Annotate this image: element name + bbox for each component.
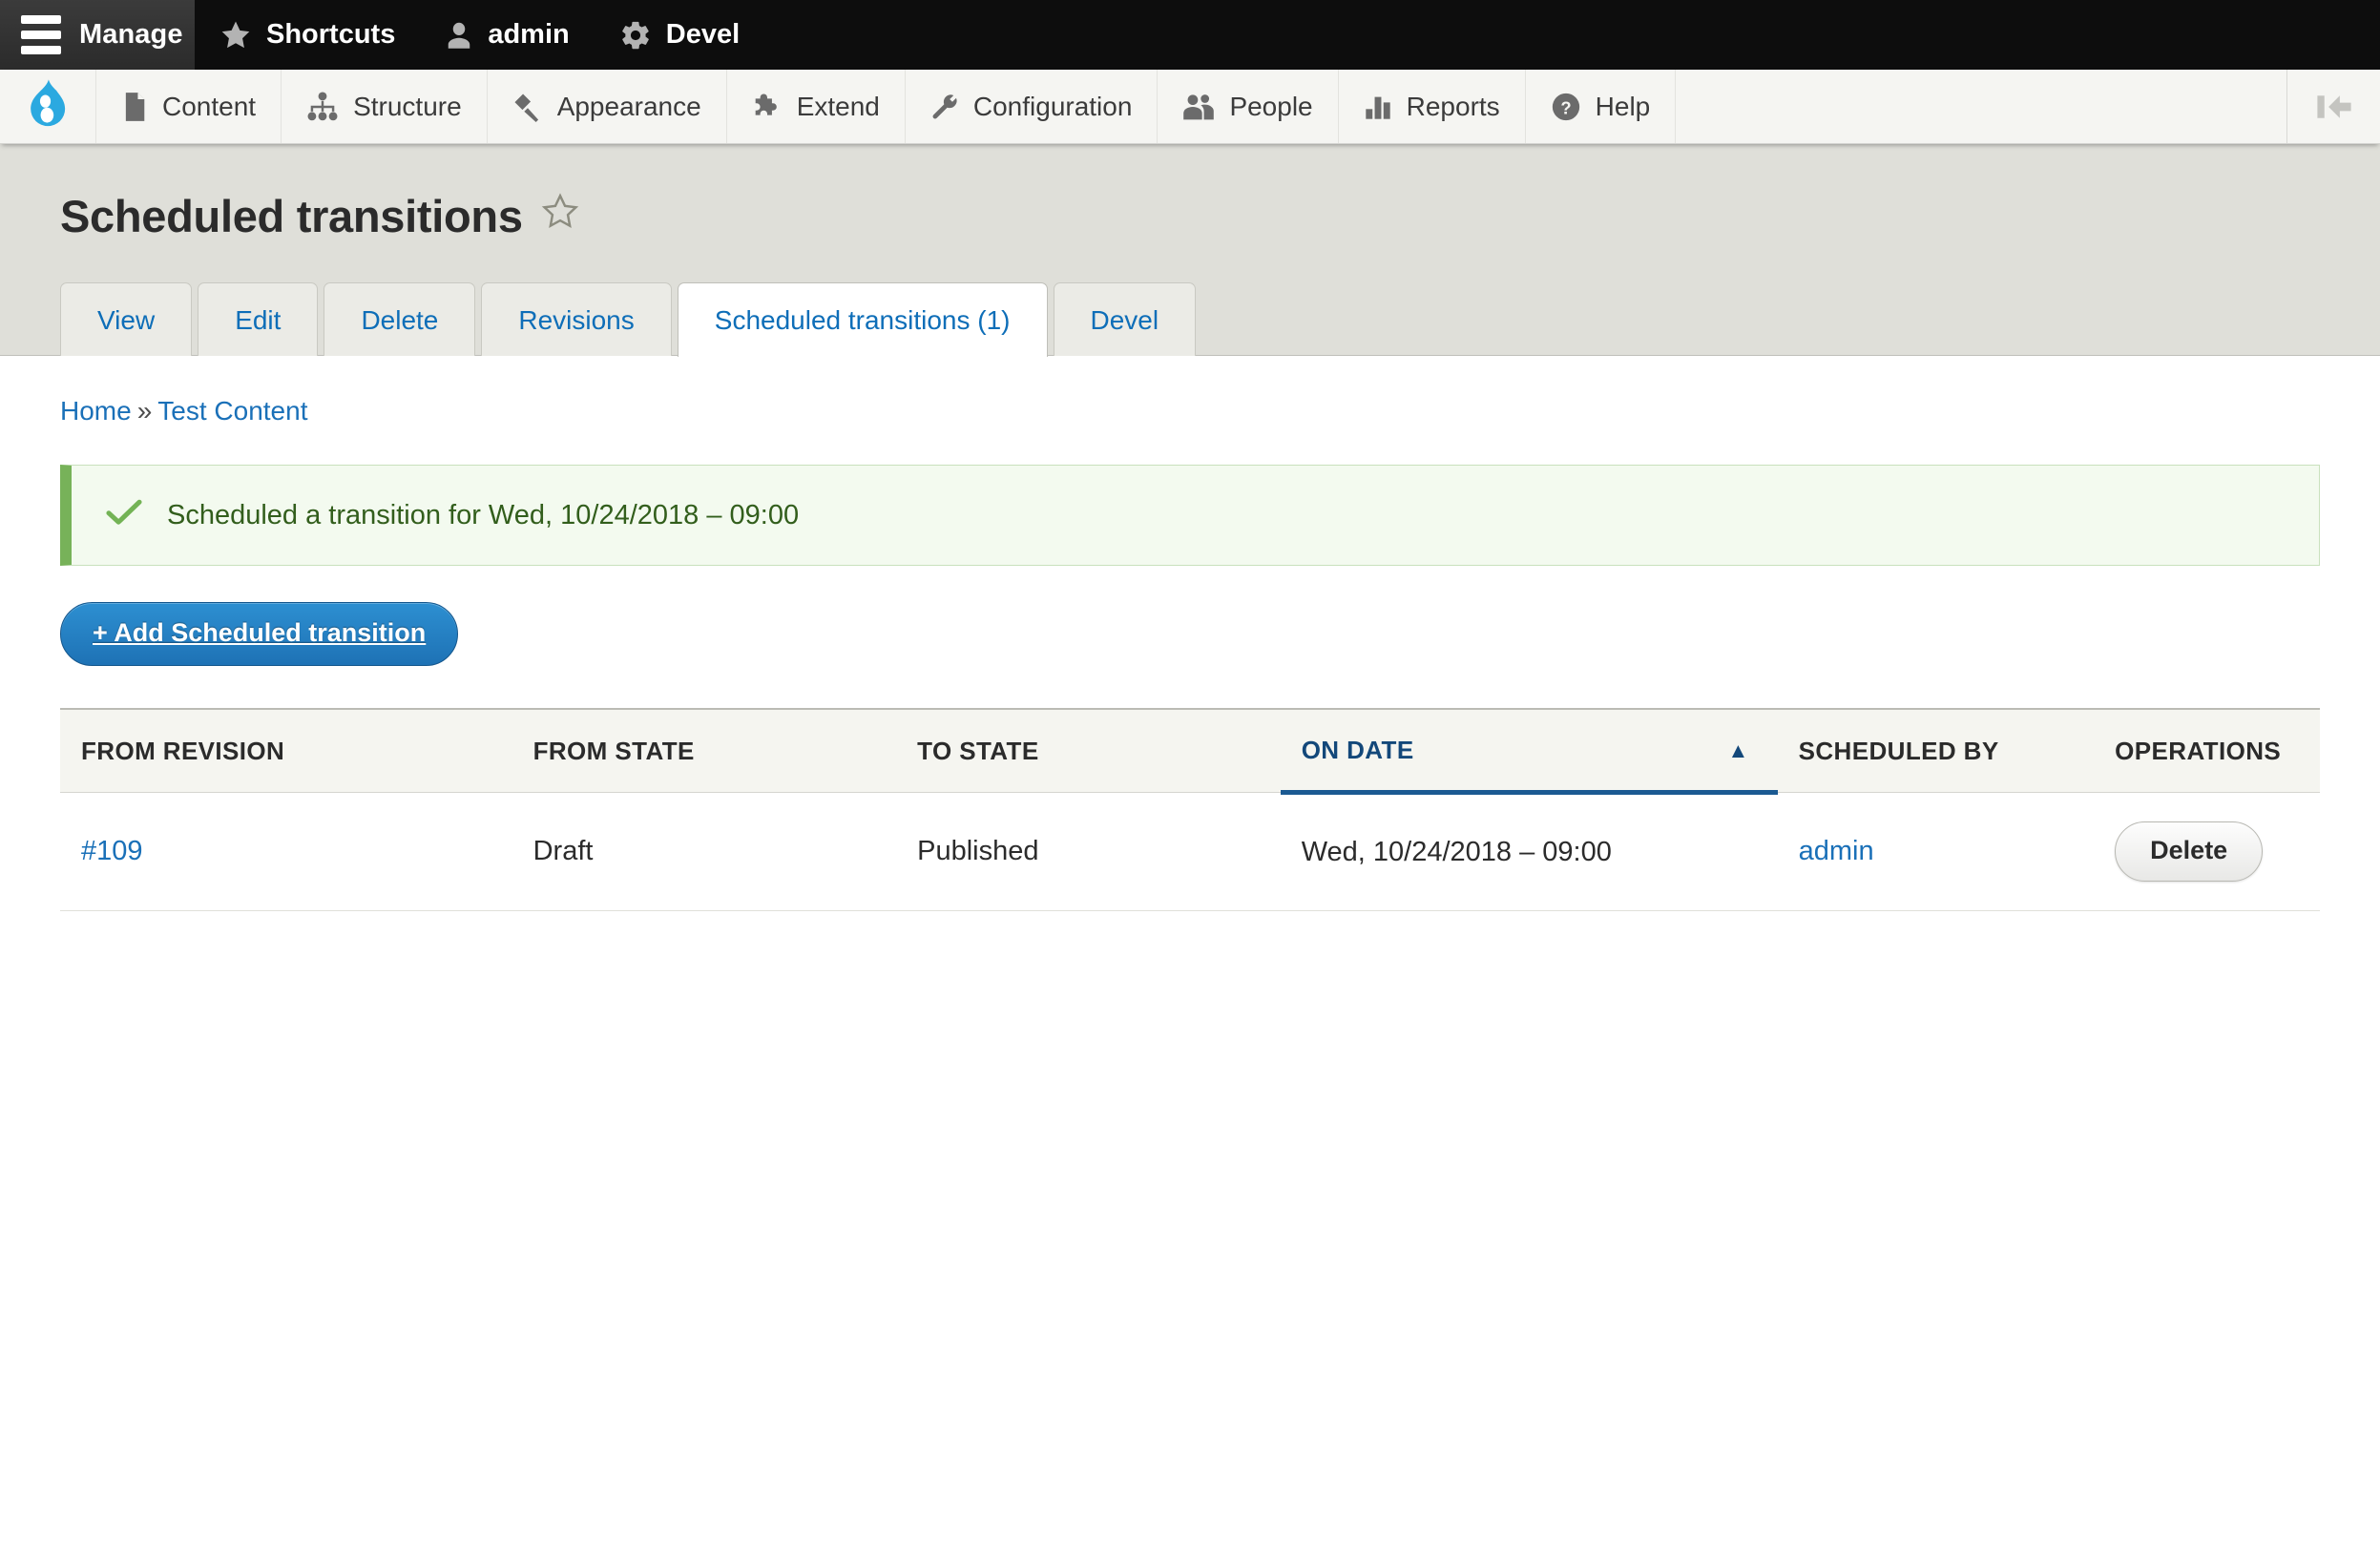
- breadcrumb-separator: »: [136, 396, 153, 426]
- add-scheduled-transition-button[interactable]: + Add Scheduled transition: [60, 602, 459, 666]
- checkmark-icon: [106, 497, 142, 533]
- column-label: ON DATE: [1301, 736, 1414, 764]
- main-content: Home» Test Content Scheduled a transition…: [0, 356, 2380, 1215]
- cell-operations: Delete: [2094, 792, 2320, 911]
- page-title-text: Scheduled transitions: [60, 191, 523, 241]
- toolbar-item-label: admin: [488, 19, 570, 50]
- tab-label: Edit: [235, 305, 282, 335]
- tab-label: Revisions: [518, 305, 635, 335]
- menu-item-label: Reports: [1406, 91, 1500, 121]
- admin-menu-bar: Content Structure Appearance Extend Conf…: [0, 70, 2380, 144]
- collapse-toolbar-icon[interactable]: [2286, 70, 2380, 143]
- tab-view[interactable]: View: [60, 282, 193, 356]
- sitemap-icon: [306, 91, 339, 122]
- revision-link[interactable]: #109: [81, 836, 143, 866]
- tab-revisions[interactable]: Revisions: [481, 282, 672, 356]
- table-row: #109 Draft Published Wed, 10/24/2018 – 0…: [60, 792, 2320, 911]
- tab-devel[interactable]: Devel: [1053, 282, 1197, 356]
- menu-item-content[interactable]: Content: [95, 70, 281, 143]
- column-label: FROM REVISION: [81, 737, 285, 765]
- menu-item-label: Structure: [353, 91, 462, 121]
- toolbar-item-label: Shortcuts: [266, 19, 396, 50]
- menu-item-reports[interactable]: Reports: [1337, 70, 1525, 143]
- column-label: OPERATIONS: [2115, 737, 2282, 765]
- user-icon: [445, 19, 473, 52]
- page-header: Scheduled transitions View Edit Delete R…: [0, 144, 2380, 357]
- column-label: SCHEDULED BY: [1798, 737, 1999, 765]
- cell-from-state: Draft: [511, 792, 897, 911]
- table-header: FROM REVISION FROM STATE TO STATE ON DAT…: [60, 708, 2320, 795]
- svg-text:?: ?: [1560, 97, 1571, 117]
- menu-spacer: [1675, 70, 2286, 143]
- cell-to-state: Published: [896, 792, 1281, 911]
- column-header-on-date[interactable]: ON DATE ▲: [1280, 708, 1778, 795]
- menu-item-label: Appearance: [556, 91, 701, 121]
- menu-item-structure[interactable]: Structure: [281, 70, 487, 143]
- breadcrumb-item-test-content[interactable]: Test Content: [157, 396, 307, 426]
- column-label: FROM STATE: [532, 737, 695, 765]
- cell-on-date: Wed, 10/24/2018 – 09:00: [1280, 792, 1778, 911]
- menu-item-label: People: [1229, 91, 1313, 121]
- menu-item-label: Configuration: [972, 91, 1133, 121]
- table-header-row: FROM REVISION FROM STATE TO STATE ON DAT…: [60, 708, 2320, 795]
- tab-label: Devel: [1090, 305, 1159, 335]
- scheduled-by-link[interactable]: admin: [1799, 836, 1874, 866]
- gear-icon: [619, 19, 652, 52]
- menu-item-extend[interactable]: Extend: [725, 70, 905, 143]
- delete-button[interactable]: Delete: [2115, 821, 2264, 882]
- status-message: Scheduled a transition for Wed, 10/24/20…: [60, 465, 2320, 566]
- cell-scheduled-by: admin: [1777, 792, 2095, 911]
- tab-edit[interactable]: Edit: [198, 282, 319, 356]
- page-title: Scheduled transitions: [60, 190, 2320, 242]
- document-icon: [121, 92, 148, 122]
- column-header-from-state[interactable]: FROM STATE: [511, 708, 897, 793]
- toolbar-item-devel[interactable]: Devel: [595, 0, 764, 70]
- menu-item-label: Extend: [796, 91, 880, 121]
- scheduled-transitions-table: FROM REVISION FROM STATE TO STATE ON DAT…: [60, 708, 2320, 911]
- toolbar-item-admin[interactable]: admin: [420, 0, 594, 70]
- menu-item-label: Content: [162, 91, 257, 121]
- column-label: TO STATE: [917, 737, 1039, 765]
- menu-item-label: Help: [1595, 91, 1651, 121]
- cell-from-revision: #109: [60, 792, 512, 911]
- tab-label: View: [97, 305, 156, 335]
- table-body: #109 Draft Published Wed, 10/24/2018 – 0…: [60, 792, 2320, 911]
- toolbar-item-label: Devel: [665, 19, 741, 50]
- admin-toolbar: Manage Shortcuts admin Devel: [0, 0, 2380, 70]
- paintbrush-icon: [512, 92, 543, 122]
- menu-item-appearance[interactable]: Appearance: [486, 70, 726, 143]
- puzzle-icon: [752, 92, 783, 122]
- column-header-operations: OPERATIONS: [2094, 708, 2320, 793]
- primary-tabs: View Edit Delete Revisions Scheduled tra…: [0, 282, 2380, 357]
- drupal-logo-icon[interactable]: [0, 70, 95, 143]
- sort-ascending-icon: ▲: [1727, 738, 1749, 762]
- bar-chart-icon: [1364, 92, 1392, 122]
- people-icon: [1182, 92, 1215, 122]
- tab-delete[interactable]: Delete: [324, 282, 476, 356]
- status-message-text: Scheduled a transition for Wed, 10/24/20…: [167, 499, 800, 530]
- star-icon: [219, 19, 252, 52]
- toolbar-item-shortcuts[interactable]: Shortcuts: [195, 0, 420, 70]
- hamburger-menu-icon[interactable]: [21, 15, 61, 54]
- menu-item-configuration[interactable]: Configuration: [904, 70, 1158, 143]
- star-outline-icon[interactable]: [540, 190, 580, 242]
- menu-item-people[interactable]: People: [1157, 70, 1337, 143]
- column-header-to-state[interactable]: TO STATE: [896, 708, 1281, 793]
- tab-label: Delete: [361, 305, 439, 335]
- toolbar-manage-label: Manage: [79, 19, 183, 50]
- breadcrumb-item-home[interactable]: Home: [60, 396, 132, 426]
- wrench-icon: [930, 92, 959, 122]
- tab-scheduled-transitions[interactable]: Scheduled transitions (1): [677, 282, 1048, 357]
- question-mark-icon: ?: [1551, 92, 1581, 122]
- column-header-from-revision[interactable]: FROM REVISION: [60, 708, 512, 793]
- breadcrumb: Home» Test Content: [60, 396, 2320, 426]
- toolbar-manage-button[interactable]: Manage: [0, 0, 195, 70]
- tab-label: Scheduled transitions (1): [714, 305, 1011, 335]
- column-header-scheduled-by[interactable]: SCHEDULED BY: [1777, 708, 2095, 793]
- menu-item-help[interactable]: ? Help: [1524, 70, 1676, 143]
